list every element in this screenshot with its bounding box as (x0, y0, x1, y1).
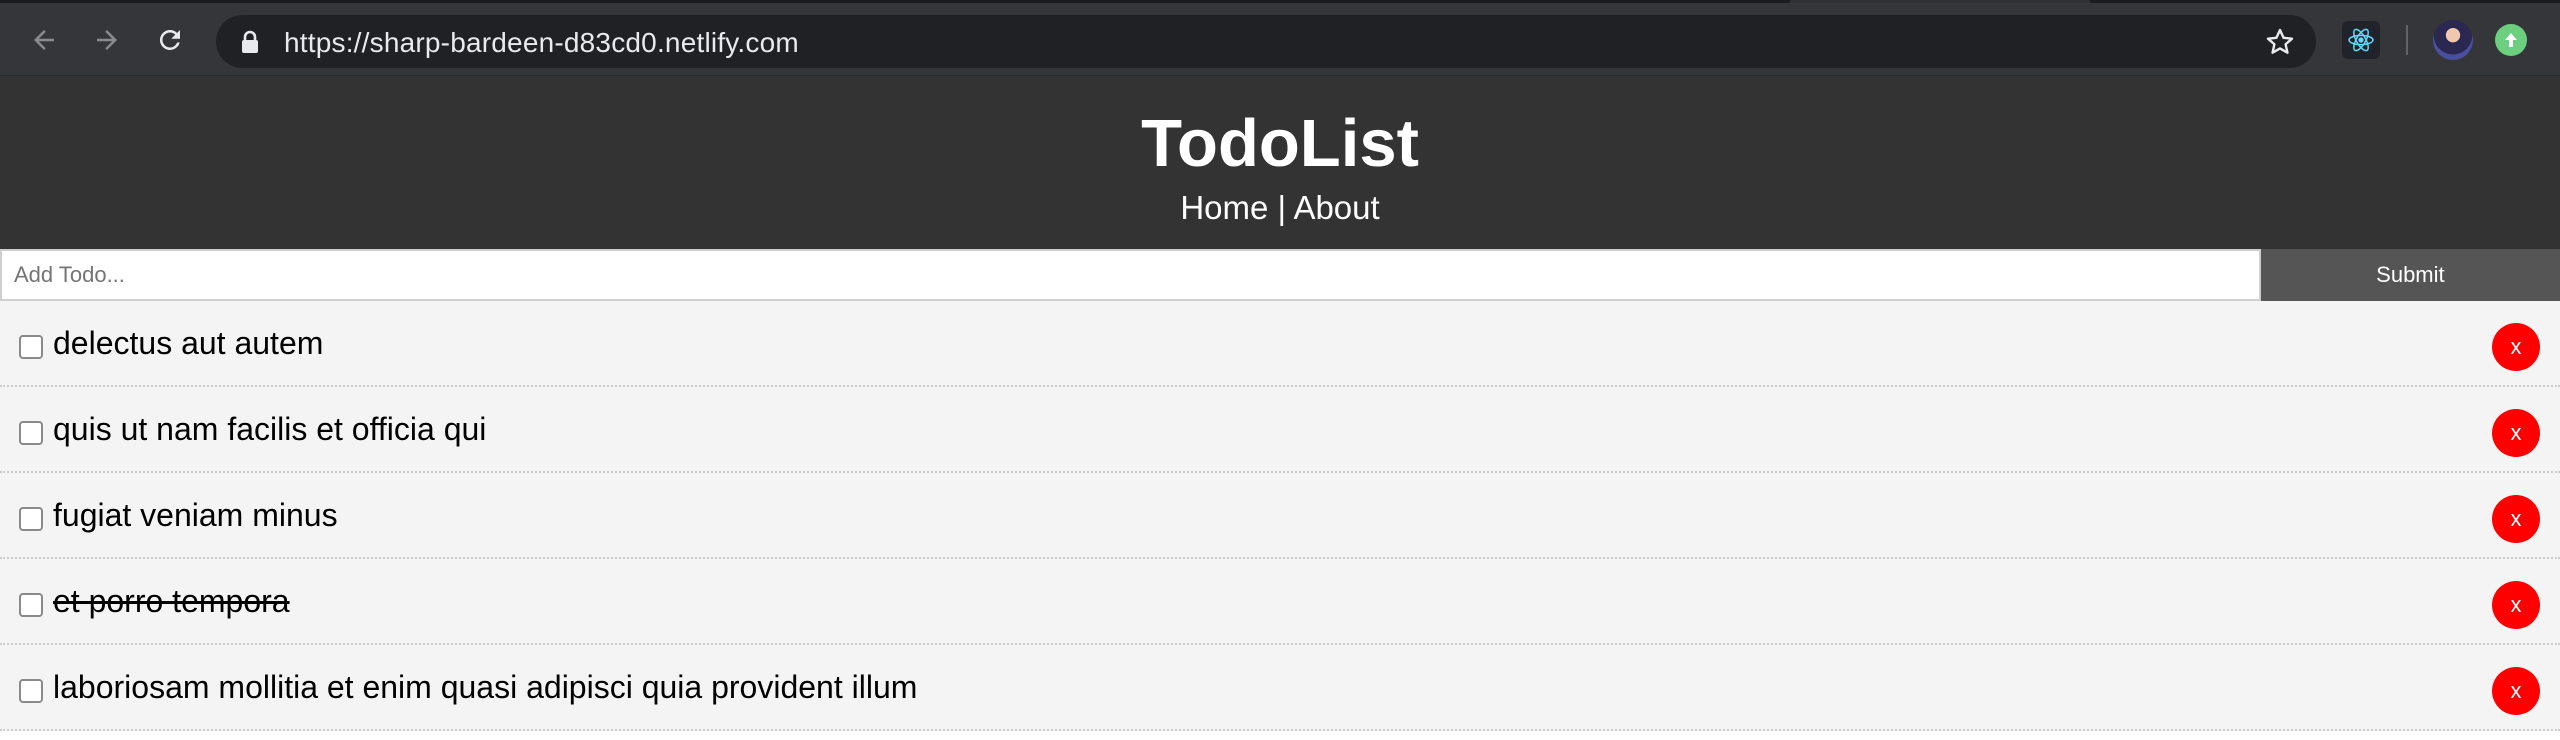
arrow-left-icon (34, 30, 54, 50)
reload-button[interactable] (153, 23, 187, 57)
arrow-right-icon (97, 30, 117, 50)
delete-todo-button[interactable]: x (2492, 323, 2540, 371)
page-title: TodoList (1141, 106, 1419, 181)
todo-item-completed: et porro tempora x (0, 559, 2560, 645)
update-button[interactable] (2495, 24, 2527, 56)
delete-todo-button[interactable]: x (2492, 581, 2540, 629)
todo-checkbox[interactable] (19, 507, 43, 531)
todo-title: delectus aut autem (53, 325, 324, 361)
todo-checkbox[interactable] (19, 421, 43, 445)
delete-todo-button[interactable]: x (2492, 495, 2540, 543)
todo-item: delectus aut autem x (0, 301, 2560, 387)
todo-checkbox[interactable] (19, 335, 43, 359)
submit-button[interactable]: Submit (2260, 249, 2560, 301)
lock-icon (242, 30, 258, 53)
delete-todo-button[interactable]: x (2492, 409, 2540, 457)
todo-checkbox[interactable] (19, 679, 43, 703)
react-logo (2348, 28, 2374, 52)
todo-title: fugiat veniam minus (53, 497, 338, 533)
browser-toolbar: https://sharp-bardeen-d83cd0.netlify.com (0, 3, 2560, 76)
nav-home-link[interactable]: Home (1180, 189, 1268, 226)
todo-title: laboriosam mollitia et enim quasi adipis… (53, 669, 918, 705)
back-button[interactable] (27, 23, 61, 57)
todo-title: et porro tempora (53, 583, 290, 619)
todo-item: fugiat veniam minus x (0, 473, 2560, 559)
delete-todo-button[interactable]: x (2492, 667, 2540, 715)
add-todo-input[interactable] (0, 249, 2261, 301)
todo-checkbox[interactable] (19, 593, 43, 617)
url-text: https://sharp-bardeen-d83cd0.netlify.com (284, 27, 799, 58)
forward-button[interactable] (90, 23, 124, 57)
nav-separator: | (1268, 189, 1294, 226)
avatar[interactable] (2433, 20, 2473, 60)
arrow-up-icon (2505, 33, 2517, 47)
add-todo-form: Submit (0, 249, 2560, 301)
todo-list: delectus aut autem x quis ut nam facilis… (0, 301, 2560, 731)
todo-title: quis ut nam facilis et officia qui (53, 411, 487, 447)
address-bar[interactable]: https://sharp-bardeen-d83cd0.netlify.com (216, 15, 2316, 68)
reload-icon (159, 29, 180, 50)
react-icon[interactable] (2342, 21, 2380, 59)
app-header: TodoList Home | About (0, 76, 2560, 249)
main-nav: Home | About (0, 188, 2560, 228)
todo-item: quis ut nam facilis et officia qui x (0, 387, 2560, 473)
toolbar-separator (2406, 25, 2408, 55)
todo-item: laboriosam mollitia et enim quasi adipis… (0, 645, 2560, 731)
nav-about-link[interactable]: About (1293, 189, 1379, 226)
star-icon[interactable] (2264, 26, 2296, 58)
